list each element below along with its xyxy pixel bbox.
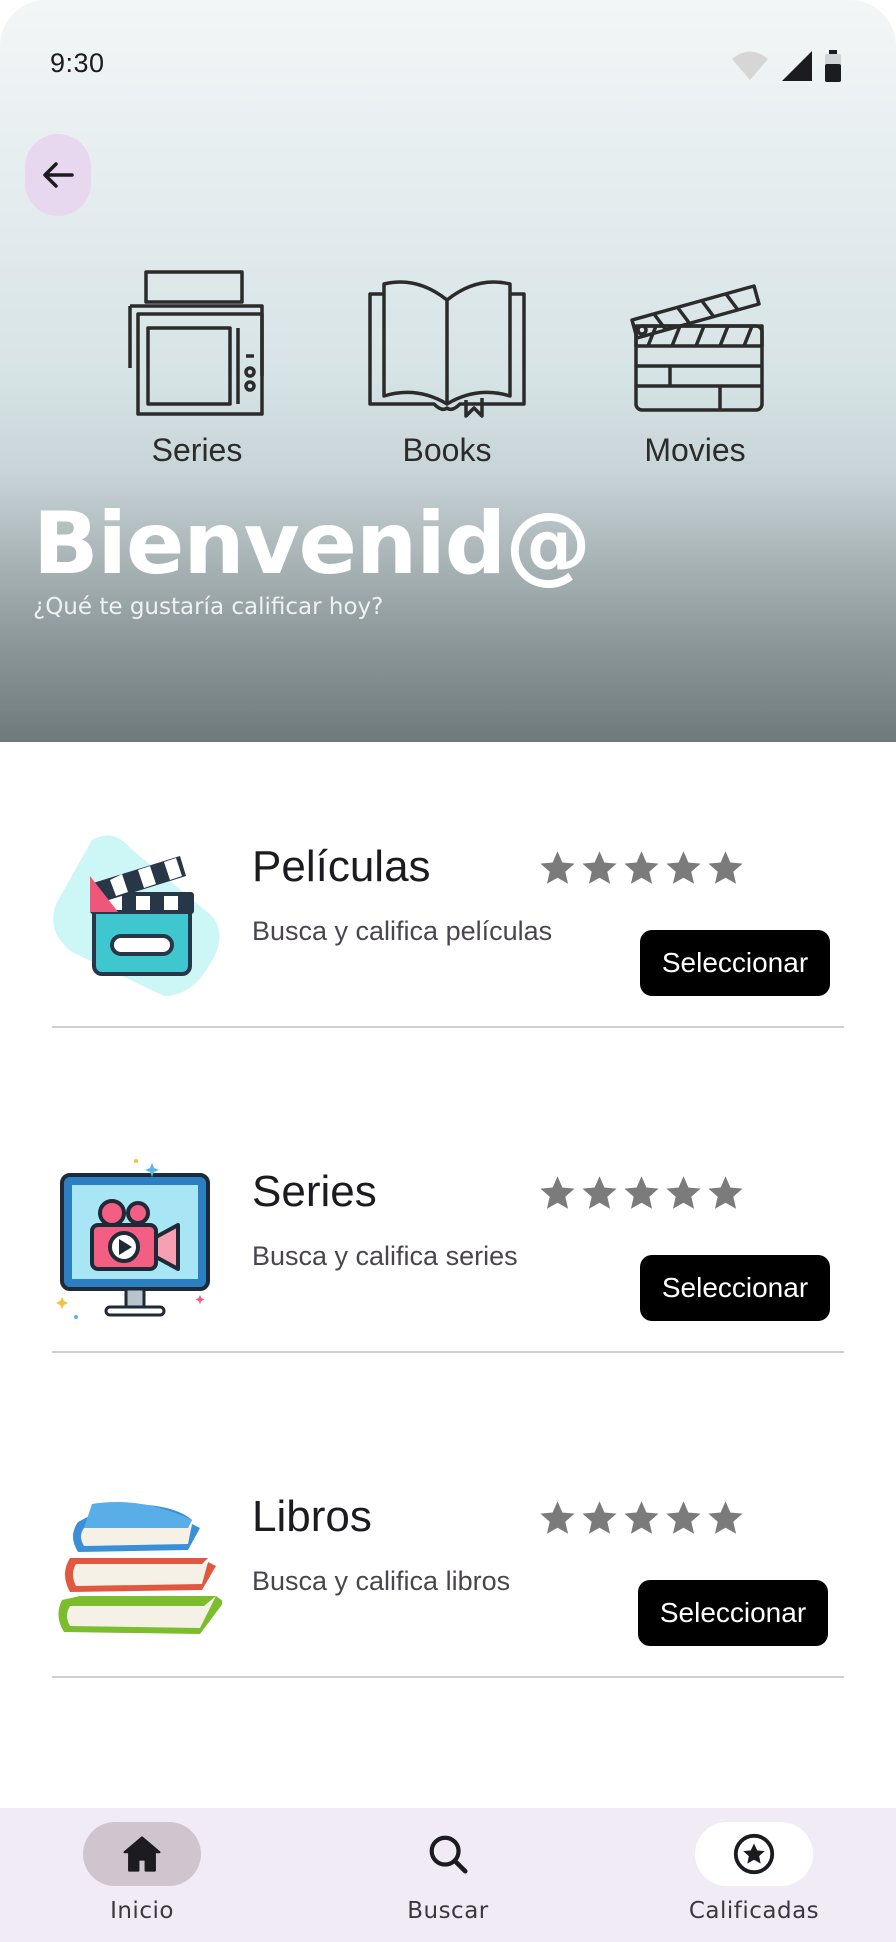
- card-title: Libros: [252, 1492, 372, 1541]
- category-movies: Movies: [620, 268, 770, 469]
- select-libros-button[interactable]: Seleccionar: [638, 1580, 828, 1646]
- star-icon[interactable]: [664, 1173, 703, 1212]
- star-icon[interactable]: [538, 1498, 577, 1537]
- divider: [52, 1676, 844, 1678]
- page-title: Bienvenid@: [33, 494, 591, 594]
- home-icon: [123, 1836, 161, 1872]
- divider: [52, 1351, 844, 1353]
- star-icon[interactable]: [706, 1173, 745, 1212]
- nav-item-buscar[interactable]: Buscar: [348, 1822, 548, 1932]
- nav-label: Buscar: [407, 1898, 489, 1924]
- star-icon[interactable]: [538, 848, 577, 887]
- star-icon[interactable]: [706, 848, 745, 887]
- nav-item-calificadas[interactable]: Calificadas: [654, 1822, 854, 1932]
- movie-clapper-icon: [53, 835, 220, 996]
- signal-icon: [782, 51, 812, 81]
- tv-devices-icon: [128, 270, 264, 416]
- status-time: 9:30: [50, 48, 105, 78]
- wifi-icon: [732, 51, 768, 80]
- category-movies-label: Movies: [644, 432, 746, 468]
- star-icon[interactable]: [622, 1173, 661, 1212]
- books-stack-icon: [58, 1502, 222, 1634]
- nav-label: Inicio: [110, 1898, 174, 1924]
- category-series: Series: [122, 268, 272, 469]
- list-item-series: Series Busca y califica series Seleccion…: [52, 1157, 844, 1357]
- nav-pill[interactable]: [695, 1822, 813, 1886]
- select-series-button[interactable]: Seleccionar: [640, 1255, 830, 1321]
- star-icon[interactable]: [664, 848, 703, 887]
- select-peliculas-button[interactable]: Seleccionar: [640, 930, 830, 996]
- nav-item-inicio[interactable]: Inicio: [42, 1822, 242, 1932]
- category-books-label: Books: [402, 432, 492, 468]
- star-icon[interactable]: [706, 1498, 745, 1537]
- back-button[interactable]: [25, 134, 91, 216]
- rating-stars[interactable]: [538, 848, 745, 887]
- status-icons: [730, 50, 842, 82]
- open-book-icon: [368, 280, 526, 418]
- bottom-navigation: Inicio Buscar Calificadas: [0, 1808, 896, 1942]
- card-description: Busca y califica películas: [252, 916, 553, 946]
- arrow-left-icon: [43, 162, 74, 188]
- hero-header: 9:30 Series Books Movies Bienvenid@ ¿Qué…: [0, 0, 896, 742]
- list-item-libros: Libros Busca y califica libros Seleccion…: [52, 1482, 844, 1682]
- star-icon[interactable]: [664, 1498, 703, 1537]
- card-description: Busca y califica libros: [252, 1566, 511, 1596]
- page-subtitle: ¿Qué te gustaría calificar hoy?: [33, 594, 384, 620]
- star-icon[interactable]: [580, 1173, 619, 1212]
- card-title: Series: [252, 1167, 377, 1216]
- search-icon: [429, 1835, 468, 1874]
- card-description: Busca y califica series: [252, 1241, 518, 1271]
- nav-pill[interactable]: [389, 1822, 507, 1886]
- star-icon[interactable]: [580, 848, 619, 887]
- rating-stars[interactable]: [538, 1173, 745, 1212]
- list-item-peliculas: Películas Busca y califica películas Sel…: [52, 832, 844, 1032]
- star-icon[interactable]: [622, 1498, 661, 1537]
- card-title: Películas: [252, 842, 431, 891]
- rating-stars[interactable]: [538, 1498, 745, 1537]
- nav-active-indicator[interactable]: [83, 1822, 201, 1886]
- star-circle-icon: [733, 1833, 775, 1875]
- category-series-label: Series: [151, 432, 243, 468]
- clapperboard-icon: [630, 284, 764, 412]
- battery-icon: [825, 50, 841, 82]
- star-icon[interactable]: [580, 1498, 619, 1537]
- star-icon[interactable]: [538, 1173, 577, 1212]
- tv-video-icon: [56, 1159, 210, 1319]
- divider: [52, 1026, 844, 1028]
- category-books: Books: [362, 268, 532, 469]
- nav-label: Calificadas: [688, 1898, 820, 1924]
- star-icon[interactable]: [622, 848, 661, 887]
